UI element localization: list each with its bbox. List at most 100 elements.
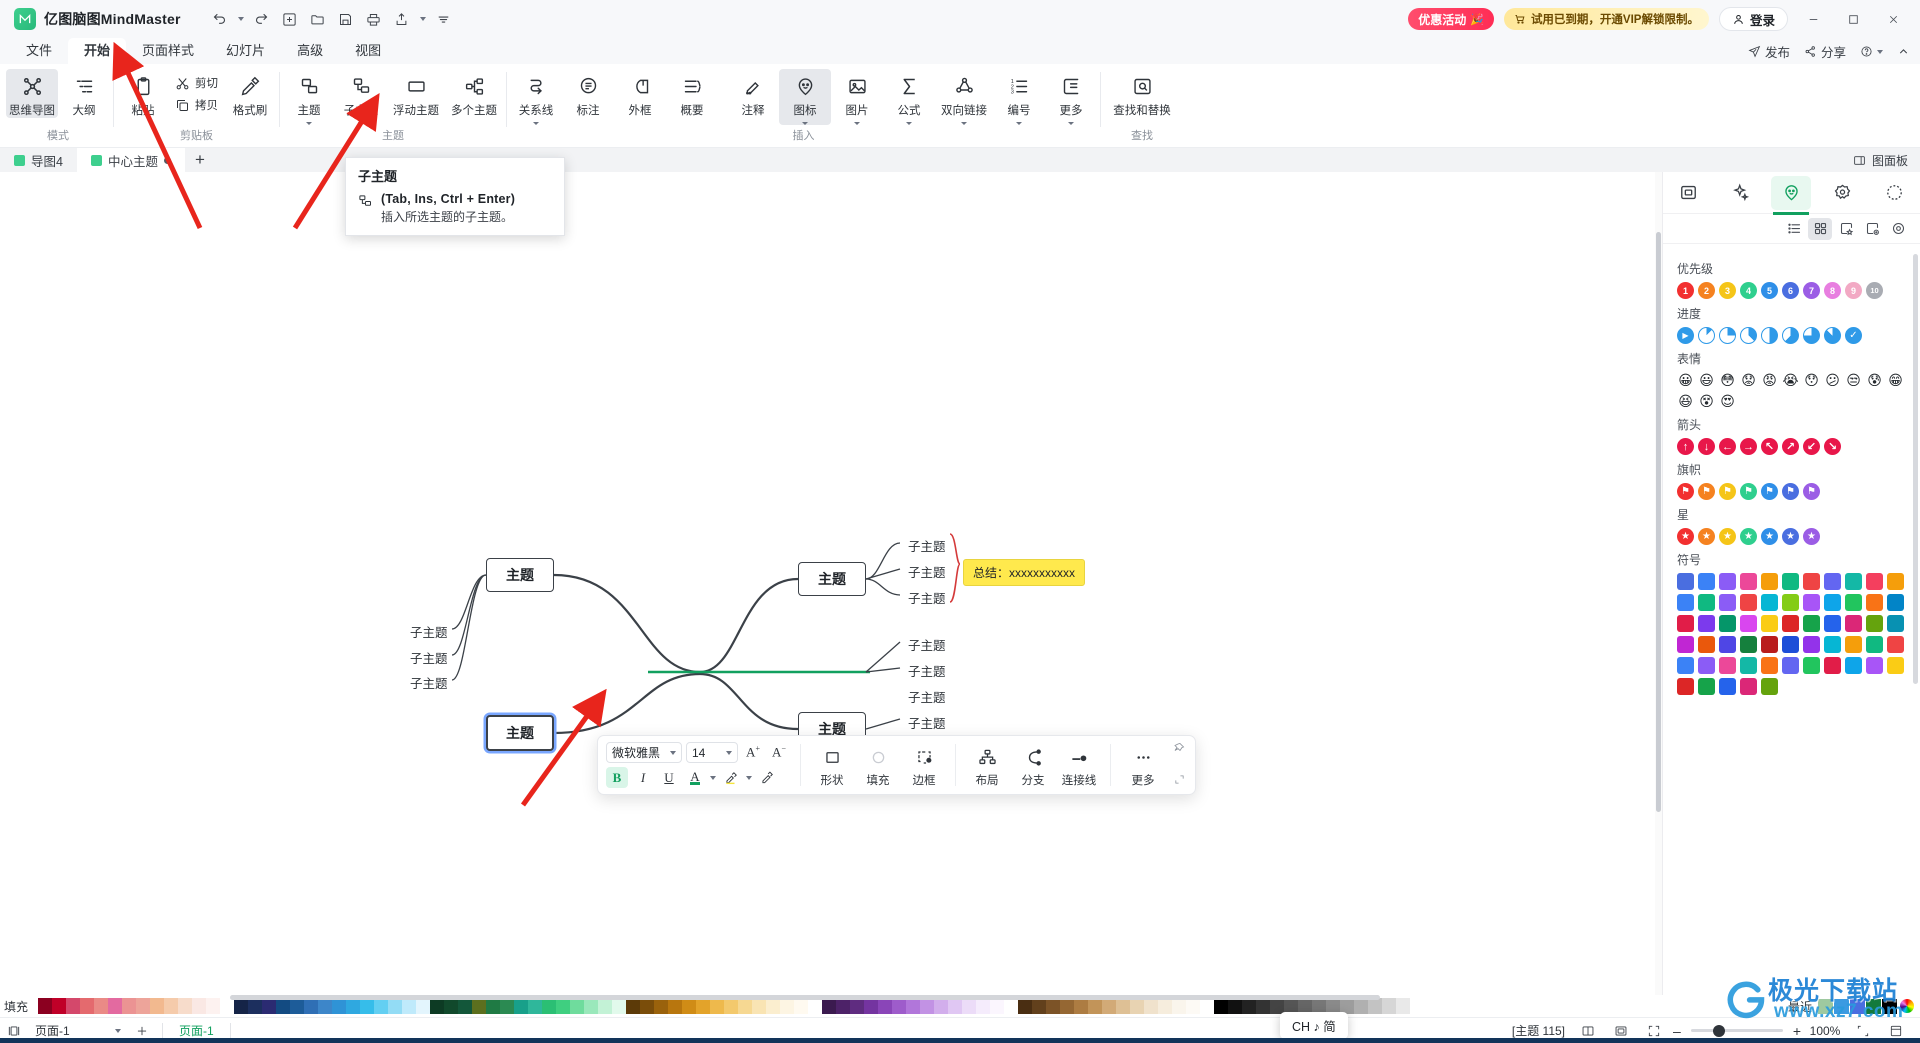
palette-swatch[interactable]: [1396, 998, 1410, 1014]
sticker-item[interactable]: ⚑: [1803, 483, 1820, 500]
sticker-item[interactable]: [1803, 615, 1820, 632]
sticker-item[interactable]: [1761, 636, 1778, 653]
mindmap-subtopic[interactable]: 子主题: [410, 622, 448, 641]
sticker-item[interactable]: ★: [1761, 528, 1778, 545]
palette-swatch[interactable]: [892, 998, 906, 1014]
palette-swatch[interactable]: [444, 998, 458, 1014]
palette-swatch[interactable]: [1158, 998, 1172, 1014]
sticker-item[interactable]: ⚑: [1782, 483, 1799, 500]
sticker-item[interactable]: [1698, 327, 1715, 344]
numbering-dropdown-icon[interactable]: [1016, 122, 1022, 125]
share-button[interactable]: 分享: [1804, 42, 1846, 61]
palette-swatch[interactable]: [1242, 998, 1256, 1014]
sticker-item[interactable]: [1677, 678, 1694, 695]
publish-button[interactable]: 发布: [1748, 42, 1790, 61]
sticker-item[interactable]: [1866, 615, 1883, 632]
clear-format-button[interactable]: [756, 767, 778, 788]
ribbon-comment-button[interactable]: 注释: [727, 69, 779, 118]
doc-tab-central-topic[interactable]: 中心主题: [76, 148, 185, 172]
palette-swatch[interactable]: [122, 998, 136, 1014]
recent-color-swatch[interactable]: [1866, 998, 1881, 1014]
border-button[interactable]: 边框: [903, 742, 945, 788]
sticker-dropdown-icon[interactable]: [802, 122, 808, 125]
sticker-item[interactable]: [1677, 594, 1694, 611]
sticker-item[interactable]: [1824, 594, 1841, 611]
mindmap-subtopic[interactable]: 子主题: [908, 661, 946, 680]
branch-button[interactable]: 分支: [1012, 742, 1054, 788]
sticker-item[interactable]: [1719, 573, 1736, 590]
palette-swatch[interactable]: [1060, 998, 1074, 1014]
help-dropdown-icon[interactable]: [1877, 49, 1883, 54]
sticker-item[interactable]: 3: [1719, 282, 1736, 299]
sticker-library-scroll[interactable]: 优先级 1 2 3 4 5 6 7 8 9 10 进度 ▶ ✓ 表情 😀 😃 😳 😟 😡 😭 😯 😕 😒 😰 😁 😆 😵 😍 箭头 ↑ ↓ ← →…: [1663, 244, 1920, 995]
palette-swatch[interactable]: [556, 998, 570, 1014]
add-image-icon[interactable]: [1834, 218, 1858, 240]
pin-icon[interactable]: [1173, 742, 1185, 757]
sticker-item[interactable]: [1719, 594, 1736, 611]
palette-swatch[interactable]: [66, 998, 80, 1014]
sticker-item[interactable]: →: [1740, 438, 1757, 455]
palette-swatch[interactable]: [738, 998, 752, 1014]
sticker-item[interactable]: [1740, 636, 1757, 653]
underline-button[interactable]: U: [658, 767, 680, 788]
sticker-item[interactable]: [1761, 327, 1778, 344]
menu-tab-file[interactable]: 文件: [10, 38, 68, 64]
sticker-item[interactable]: 10: [1866, 282, 1883, 299]
scrollbar-thumb[interactable]: [1656, 232, 1661, 812]
mindmap-subtopic[interactable]: 子主题: [908, 536, 946, 555]
palette-swatch[interactable]: [80, 998, 94, 1014]
palette-swatch[interactable]: [360, 998, 374, 1014]
qat-more-icon[interactable]: [431, 7, 457, 31]
sticker-item[interactable]: 😃: [1698, 372, 1715, 389]
palette-swatch[interactable]: [864, 998, 878, 1014]
sticker-item[interactable]: [1719, 636, 1736, 653]
palette-swatch[interactable]: [234, 998, 248, 1014]
close-button[interactable]: [1878, 6, 1908, 32]
sticker-item[interactable]: [1845, 636, 1862, 653]
sticker-item[interactable]: 😵: [1698, 393, 1715, 410]
sticker-item[interactable]: 😯: [1803, 372, 1820, 389]
sticker-item[interactable]: 1: [1677, 282, 1694, 299]
palette-swatch[interactable]: [248, 998, 262, 1014]
sticker-item[interactable]: [1866, 594, 1883, 611]
mindmap-canvas[interactable]: 主题 主题 主题 主题 子主题 子主题 子主题 子主题 子主题 子主题 子主题 …: [0, 172, 1662, 995]
sticker-item[interactable]: [1845, 573, 1862, 590]
palette-swatch[interactable]: [332, 998, 346, 1014]
sticker-item[interactable]: ⚑: [1719, 483, 1736, 500]
sticker-item[interactable]: [1782, 657, 1799, 674]
ribbon-copy-button[interactable]: 拷贝: [169, 95, 224, 115]
palette-swatch[interactable]: [906, 998, 920, 1014]
mindmap-subtopic[interactable]: 子主题: [908, 713, 946, 732]
sticker-item[interactable]: 2: [1698, 282, 1715, 299]
ribbon-topic-button[interactable]: 主题: [283, 69, 335, 125]
palette-swatch[interactable]: [766, 998, 780, 1014]
sticker-item[interactable]: [1887, 657, 1904, 674]
more-format-button[interactable]: 更多: [1121, 742, 1165, 788]
more-insert-dropdown-icon[interactable]: [1068, 122, 1074, 125]
sticker-item[interactable]: 9: [1845, 282, 1862, 299]
save-icon[interactable]: [333, 7, 359, 31]
sticker-item[interactable]: 😁: [1887, 372, 1904, 389]
palette-swatch[interactable]: [416, 998, 430, 1014]
sticker-item[interactable]: [1761, 594, 1778, 611]
sticker-item[interactable]: [1698, 657, 1715, 674]
ribbon-cut-button[interactable]: 剪切: [169, 73, 224, 93]
sticker-scrollbar-thumb[interactable]: [1913, 254, 1918, 684]
sticker-item[interactable]: ★: [1698, 528, 1715, 545]
sticker-item[interactable]: [1719, 327, 1736, 344]
sticker-item[interactable]: [1866, 636, 1883, 653]
palette-swatch[interactable]: [276, 998, 290, 1014]
sticker-item[interactable]: [1740, 657, 1757, 674]
sticker-item[interactable]: ★: [1719, 528, 1736, 545]
sticker-item[interactable]: [1887, 636, 1904, 653]
palette-swatch[interactable]: [94, 998, 108, 1014]
recent-color-swatch[interactable]: [1850, 998, 1865, 1014]
ribbon-callout-button[interactable]: 标注: [562, 69, 614, 118]
sticker-item[interactable]: 😆: [1677, 393, 1694, 410]
palette-swatch[interactable]: [934, 998, 948, 1014]
palette-swatch[interactable]: [808, 998, 822, 1014]
sticker-item[interactable]: [1845, 615, 1862, 632]
recent-swatches[interactable]: [1818, 998, 1897, 1014]
palette-swatch[interactable]: [1200, 998, 1214, 1014]
palette-swatch[interactable]: [836, 998, 850, 1014]
